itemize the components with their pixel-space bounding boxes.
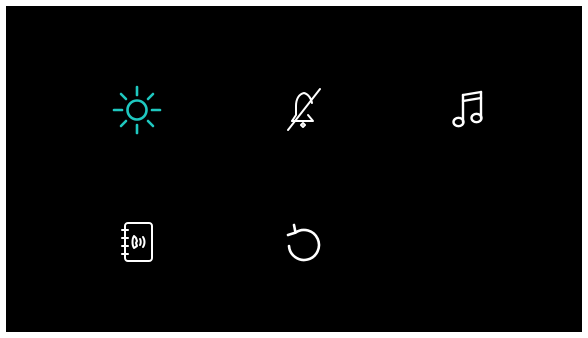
menu-screen xyxy=(6,6,582,332)
sun-icon xyxy=(112,85,162,135)
mute-button[interactable] xyxy=(268,75,338,145)
brightness-button[interactable] xyxy=(102,75,172,145)
reset-icon xyxy=(286,223,321,262)
music-note-icon xyxy=(452,90,483,128)
bell-off-icon xyxy=(287,88,321,131)
phonebook-icon xyxy=(121,222,153,262)
contacts-button[interactable] xyxy=(102,207,172,277)
reset-button[interactable] xyxy=(268,207,338,277)
music-button[interactable] xyxy=(435,75,505,145)
